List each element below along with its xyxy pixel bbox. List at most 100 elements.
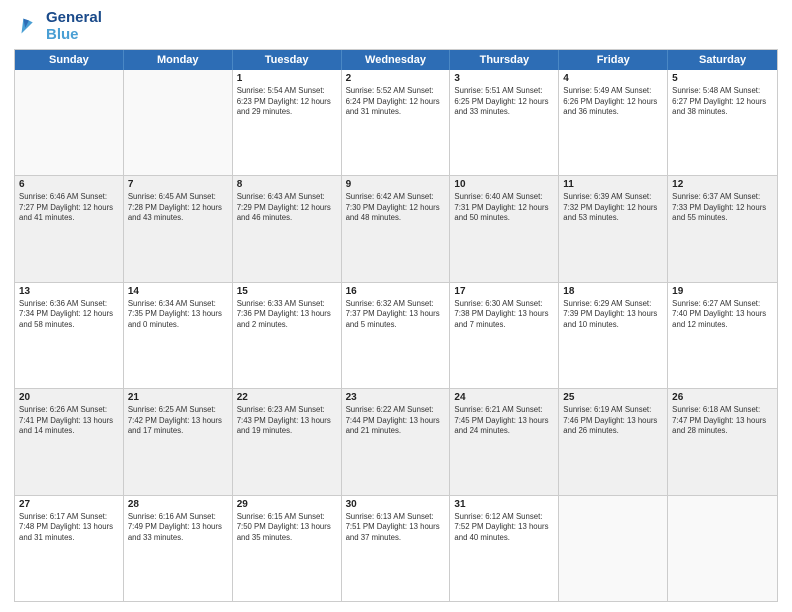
logo-icon [14,13,42,41]
calendar-cell: 2 Sunrise: 5:52 AM Sunset: 6:24 PM Daylig… [342,70,451,175]
day-number: 17 [454,286,554,297]
calendar-cell: 16 Sunrise: 6:32 AM Sunset: 7:37 PM Dayli… [342,283,451,388]
calendar-cell: 30Sunrise: 6:13 AM Sunset: 7:51 PM Dayli… [342,496,451,601]
day-number: 18 [563,286,663,297]
calendar-row: 13 Sunrise: 6:36 AM Sunset: 7:34 PM Dayli… [15,282,777,388]
cell-detail: Sunrise: 6:29 AM Sunset: 7:39 PM Dayligh… [563,299,663,331]
calendar-header-cell: Wednesday [342,50,451,70]
calendar-cell: 7 Sunrise: 6:45 AM Sunset: 7:28 PM Daylig… [124,176,233,281]
calendar-cell: 14 Sunrise: 6:34 AM Sunset: 7:35 PM Dayli… [124,283,233,388]
cell-detail: Sunrise: 6:23 AM Sunset: 7:43 PM Dayligh… [237,405,337,437]
calendar-cell: 25 Sunrise: 6:19 AM Sunset: 7:46 PM Dayli… [559,389,668,494]
calendar-cell: 13 Sunrise: 6:36 AM Sunset: 7:34 PM Dayli… [15,283,124,388]
calendar-header-cell: Tuesday [233,50,342,70]
calendar-cell: 10 Sunrise: 6:40 AM Sunset: 7:31 PM Dayli… [450,176,559,281]
day-number: 22 [237,392,337,403]
calendar-cell: 6Sunrise: 6:46 AM Sunset: 7:27 PM Daylig… [15,176,124,281]
calendar-cell [124,70,233,175]
calendar-cell: 21Sunrise: 6:25 AM Sunset: 7:42 PM Dayli… [124,389,233,494]
calendar-header-cell: Thursday [450,50,559,70]
calendar-cell: 29Sunrise: 6:15 AM Sunset: 7:50 PM Dayli… [233,496,342,601]
calendar-cell [668,496,777,601]
day-number: 20 [19,392,119,403]
calendar-header: SundayMondayTuesdayWednesdayThursdayFrid… [15,50,777,70]
calendar-cell: 26 Sunrise: 6:18 AM Sunset: 7:47 PM Dayli… [668,389,777,494]
day-number: 9 [346,179,446,190]
cell-detail: Sunrise: 5:51 AM Sunset: 6:25 PM Dayligh… [454,86,554,118]
day-number: 12 [672,179,773,190]
day-number: 14 [128,286,228,297]
cell-detail: Sunrise: 6:27 AM Sunset: 7:40 PM Dayligh… [672,299,773,331]
day-number: 13 [19,286,119,297]
day-number: 4 [563,73,663,84]
day-number: 23 [346,392,446,403]
day-number: 31 [454,499,554,510]
calendar-cell: 20 Sunrise: 6:26 AM Sunset: 7:41 PM Dayli… [15,389,124,494]
day-number: 28 [128,499,228,510]
calendar-row: 6Sunrise: 6:46 AM Sunset: 7:27 PM Daylig… [15,175,777,281]
calendar-cell: 1 Sunrise: 5:54 AM Sunset: 6:23 PM Daylig… [233,70,342,175]
calendar-cell: 4 Sunrise: 5:49 AM Sunset: 6:26 PM Daylig… [559,70,668,175]
cell-detail: Sunrise: 5:48 AM Sunset: 6:27 PM Dayligh… [672,86,773,118]
calendar-cell: 22 Sunrise: 6:23 AM Sunset: 7:43 PM Dayli… [233,389,342,494]
day-number: 1 [237,73,337,84]
day-number: 15 [237,286,337,297]
cell-detail: Sunrise: 6:43 AM Sunset: 7:29 PM Dayligh… [237,192,337,224]
day-number: 27 [19,499,119,510]
calendar-cell: 31 Sunrise: 6:12 AM Sunset: 7:52 PM Dayli… [450,496,559,601]
cell-detail: Sunrise: 5:54 AM Sunset: 6:23 PM Dayligh… [237,86,337,118]
day-number: 2 [346,73,446,84]
calendar-row: 1 Sunrise: 5:54 AM Sunset: 6:23 PM Daylig… [15,70,777,175]
calendar-cell: 19 Sunrise: 6:27 AM Sunset: 7:40 PM Dayli… [668,283,777,388]
cell-detail: Sunrise: 6:18 AM Sunset: 7:47 PM Dayligh… [672,405,773,437]
calendar-row: 27 Sunrise: 6:17 AM Sunset: 7:48 PM Dayli… [15,495,777,601]
cell-detail: Sunrise: 6:36 AM Sunset: 7:34 PM Dayligh… [19,299,119,331]
page: General Blue SundayMondayTuesdayWednesda… [0,0,792,612]
calendar-cell: 18 Sunrise: 6:29 AM Sunset: 7:39 PM Dayli… [559,283,668,388]
calendar-cell: 3 Sunrise: 5:51 AM Sunset: 6:25 PM Daylig… [450,70,559,175]
calendar-cell: 17 Sunrise: 6:30 AM Sunset: 7:38 PM Dayli… [450,283,559,388]
header: General Blue [14,10,778,43]
calendar: SundayMondayTuesdayWednesdayThursdayFrid… [14,49,778,602]
cell-detail: Sunrise: 6:32 AM Sunset: 7:37 PM Dayligh… [346,299,446,331]
cell-detail: Sunrise: 6:12 AM Sunset: 7:52 PM Dayligh… [454,512,554,544]
day-number: 8 [237,179,337,190]
day-number: 19 [672,286,773,297]
cell-detail: Sunrise: 6:26 AM Sunset: 7:41 PM Dayligh… [19,405,119,437]
calendar-cell: 12Sunrise: 6:37 AM Sunset: 7:33 PM Dayli… [668,176,777,281]
day-number: 25 [563,392,663,403]
day-number: 7 [128,179,228,190]
day-number: 16 [346,286,446,297]
cell-detail: Sunrise: 6:17 AM Sunset: 7:48 PM Dayligh… [19,512,119,544]
day-number: 3 [454,73,554,84]
calendar-body: 1 Sunrise: 5:54 AM Sunset: 6:23 PM Daylig… [15,70,777,601]
cell-detail: Sunrise: 6:45 AM Sunset: 7:28 PM Dayligh… [128,192,228,224]
calendar-cell: 15Sunrise: 6:33 AM Sunset: 7:36 PM Dayli… [233,283,342,388]
cell-detail: Sunrise: 6:15 AM Sunset: 7:50 PM Dayligh… [237,512,337,544]
cell-detail: Sunrise: 6:19 AM Sunset: 7:46 PM Dayligh… [563,405,663,437]
cell-detail: Sunrise: 6:34 AM Sunset: 7:35 PM Dayligh… [128,299,228,331]
calendar-cell [559,496,668,601]
calendar-cell: 27 Sunrise: 6:17 AM Sunset: 7:48 PM Dayli… [15,496,124,601]
calendar-cell: 8 Sunrise: 6:43 AM Sunset: 7:29 PM Daylig… [233,176,342,281]
calendar-cell: 24Sunrise: 6:21 AM Sunset: 7:45 PM Dayli… [450,389,559,494]
logo: General Blue [14,10,102,43]
cell-detail: Sunrise: 6:42 AM Sunset: 7:30 PM Dayligh… [346,192,446,224]
cell-detail: Sunrise: 5:52 AM Sunset: 6:24 PM Dayligh… [346,86,446,118]
calendar-cell: 9 Sunrise: 6:42 AM Sunset: 7:30 PM Daylig… [342,176,451,281]
calendar-cell: 23Sunrise: 6:22 AM Sunset: 7:44 PM Dayli… [342,389,451,494]
calendar-header-cell: Friday [559,50,668,70]
calendar-header-cell: Sunday [15,50,124,70]
cell-detail: Sunrise: 6:13 AM Sunset: 7:51 PM Dayligh… [346,512,446,544]
calendar-cell: 5 Sunrise: 5:48 AM Sunset: 6:27 PM Daylig… [668,70,777,175]
cell-detail: Sunrise: 6:40 AM Sunset: 7:31 PM Dayligh… [454,192,554,224]
cell-detail: Sunrise: 5:49 AM Sunset: 6:26 PM Dayligh… [563,86,663,118]
calendar-header-cell: Monday [124,50,233,70]
calendar-cell: 28Sunrise: 6:16 AM Sunset: 7:49 PM Dayli… [124,496,233,601]
day-number: 26 [672,392,773,403]
day-number: 5 [672,73,773,84]
cell-detail: Sunrise: 6:30 AM Sunset: 7:38 PM Dayligh… [454,299,554,331]
calendar-cell: 11Sunrise: 6:39 AM Sunset: 7:32 PM Dayli… [559,176,668,281]
day-number: 10 [454,179,554,190]
logo-text-line1: General [46,10,102,27]
